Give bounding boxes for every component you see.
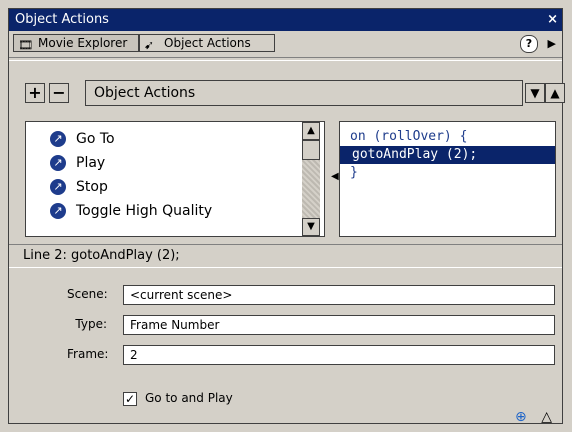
- actions-title-field: Object Actions: [85, 80, 523, 106]
- collapse-up-icon[interactable]: △: [541, 409, 552, 425]
- move-down-button[interactable]: ▼: [525, 83, 545, 103]
- help-icon[interactable]: ?: [520, 35, 538, 53]
- status-bar: Line 2: gotoAndPlay (2);: [9, 244, 562, 268]
- movie-explorer-icon: 🎞: [18, 38, 34, 52]
- frame-field[interactable]: 2: [123, 345, 555, 365]
- list-item[interactable]: ↗ Play: [50, 152, 105, 174]
- code-line[interactable]: on (rollOver) {: [350, 128, 467, 146]
- type-label: Type:: [75, 317, 107, 331]
- goto-and-play-checkbox[interactable]: ✓ Go to and Play: [123, 389, 233, 407]
- tab-movie-explorer[interactable]: 🎞 Movie Explorer: [13, 34, 139, 52]
- action-icon: ↗: [50, 131, 66, 147]
- actions-list-scrollbar[interactable]: ▲ ▼: [302, 122, 320, 236]
- divider: [9, 57, 562, 61]
- action-icon: ↗: [50, 179, 66, 195]
- crosshair-icon[interactable]: ⊕: [515, 409, 527, 425]
- tab-label: Object Actions: [164, 36, 251, 50]
- close-icon[interactable]: ×: [547, 12, 558, 27]
- action-icon: ↗: [50, 155, 66, 171]
- scroll-thumb[interactable]: [302, 140, 320, 160]
- tab-label: Movie Explorer: [38, 36, 128, 50]
- scene-label: Scene:: [67, 287, 108, 301]
- list-item[interactable]: ↗ Toggle High Quality: [50, 200, 212, 222]
- action-icon: ↗: [50, 203, 66, 219]
- scene-field[interactable]: <current scene>: [123, 285, 555, 305]
- list-item[interactable]: ↗ Stop: [50, 176, 108, 198]
- bottom-toolbar: ⊕ △: [515, 409, 552, 425]
- checkbox-box[interactable]: ✓: [123, 391, 137, 406]
- object-actions-icon: ➹: [144, 38, 155, 52]
- code-panel[interactable]: on (rollOver) { gotoAndPlay (2); }: [339, 121, 556, 237]
- tab-object-actions[interactable]: ➹ Object Actions: [139, 34, 275, 52]
- collapse-arrow-icon: ◀: [331, 171, 339, 182]
- actions-list-panel: ↗ Go To ↗ Play ↗ Stop ↗ Toggle High Quality: [25, 121, 325, 237]
- list-item[interactable]: ↗ Go To: [50, 128, 115, 150]
- panel-splitter[interactable]: ◀: [329, 121, 339, 237]
- scroll-down-button[interactable]: ▼: [302, 218, 320, 236]
- titlebar: Object Actions ×: [9, 9, 562, 31]
- frame-label: Frame:: [67, 347, 109, 361]
- add-action-button[interactable]: +: [25, 83, 45, 103]
- object-actions-window: Object Actions × 🎞 Movie Explorer ➹ Obje…: [8, 8, 565, 425]
- window-title: Object Actions: [15, 12, 109, 27]
- checkbox-label: Go to and Play: [145, 391, 233, 405]
- move-up-button[interactable]: ▲: [545, 83, 565, 103]
- remove-action-button[interactable]: −: [49, 83, 69, 103]
- panel-menu-arrow-icon[interactable]: ▶: [548, 37, 556, 50]
- tab-strip: 🎞 Movie Explorer ➹ Object Actions ? ▶: [9, 31, 562, 55]
- type-field[interactable]: Frame Number: [123, 315, 555, 335]
- code-line[interactable]: gotoAndPlay (2);: [352, 146, 477, 164]
- scroll-track[interactable]: [302, 160, 320, 218]
- selected-code-line[interactable]: gotoAndPlay (2);: [340, 146, 555, 164]
- scroll-up-button[interactable]: ▲: [302, 122, 320, 140]
- parameters-form: Scene: <current scene> Type: Frame Numbe…: [9, 269, 562, 425]
- code-line[interactable]: }: [350, 164, 358, 182]
